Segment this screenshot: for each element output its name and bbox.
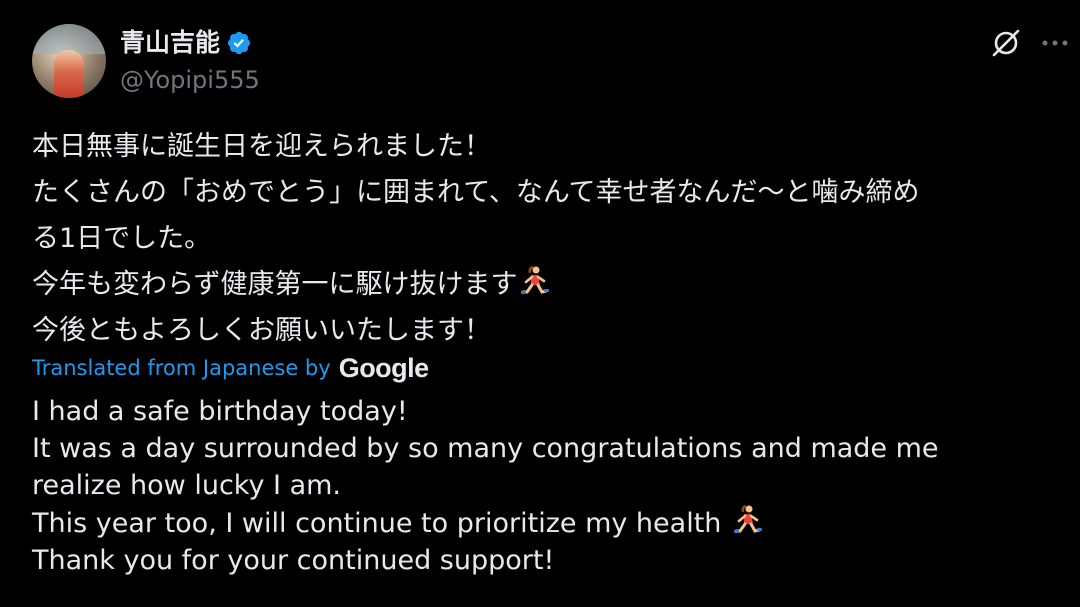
translated-line: realize how lucky I am. <box>32 470 341 501</box>
post-original-text: 本日無事に誕生日を迎えられました！ たくさんの「おめでとう」に囲まれて、なんて幸… <box>32 124 1072 354</box>
original-line: 本日無事に誕生日を迎えられました！ <box>32 131 491 162</box>
translated-line-with-emoji: This year too, I will continue to priori… <box>32 504 1072 542</box>
more-options-icon[interactable] <box>1040 33 1070 53</box>
grok-icon[interactable] <box>990 27 1022 59</box>
woman-running-icon <box>734 504 762 533</box>
display-name[interactable]: 青山吉能 <box>120 27 220 59</box>
avatar[interactable] <box>32 24 106 98</box>
user-handle[interactable]: @Yopipi555 <box>120 64 260 96</box>
translation-attribution: Translated from Japanese by Google <box>32 350 429 386</box>
woman-running-icon <box>521 265 550 294</box>
avatar-figure <box>54 50 84 98</box>
translated-line: This year too, I will continue to priori… <box>32 508 722 539</box>
original-line: たくさんの「おめでとう」に囲まれて、なんて幸せ者なんだ〜と噛み締め <box>32 177 920 208</box>
original-line-with-emoji: 今年も変わらず健康第一に駆け抜けます <box>32 262 1072 308</box>
translated-line: Thank you for your continued support! <box>32 545 555 576</box>
author-name-row[interactable]: 青山吉能 <box>120 27 252 59</box>
translated-from-link[interactable]: Translated from Japanese by <box>32 356 331 380</box>
translated-line: It was a day surrounded by so many congr… <box>32 433 939 464</box>
verified-badge-icon <box>227 31 251 55</box>
original-line: 今後ともよろしくお願いいたします！ <box>32 315 491 346</box>
post-translated-text: I had a safe birthday today! It was a da… <box>32 393 1072 579</box>
original-line: 今年も変わらず健康第一に駆け抜けます <box>32 269 518 300</box>
original-line: る1日でした。 <box>32 223 212 254</box>
translated-line: I had a safe birthday today! <box>32 396 408 427</box>
google-logo: Google <box>338 352 430 383</box>
